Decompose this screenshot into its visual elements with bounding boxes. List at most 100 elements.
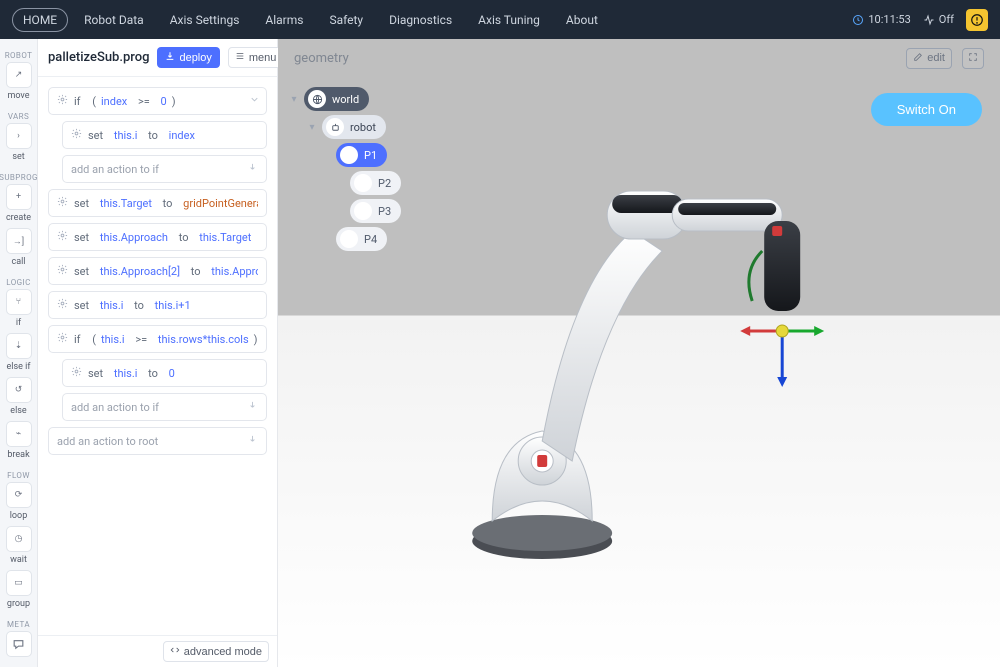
chevron-down-icon[interactable]: ▾ <box>288 94 300 105</box>
tool-sidebar: ROBOT ↗ move VARS › set SUBPROG + create… <box>0 39 38 667</box>
tool-set[interactable]: › set <box>5 123 33 162</box>
tool-elseif[interactable]: ⇣ else if <box>5 333 33 372</box>
tok-approach-idx: this.Approach[2] <box>100 265 180 278</box>
block-if-index[interactable]: if ( index >= 0 ) <box>48 87 267 115</box>
tool-group-label: group <box>7 599 30 609</box>
add-action-if-1[interactable]: add an action to if <box>62 155 267 183</box>
nav-alarms[interactable]: Alarms <box>255 9 313 31</box>
tool-else-label: else <box>10 406 26 416</box>
tool-move[interactable]: ↗ move <box>5 62 33 101</box>
tool-if[interactable]: ⑂ if <box>5 289 33 328</box>
scene-panel: geometry edit Switch On ▾ <box>278 39 1000 667</box>
program-panel: palletizeSub.prog deploy menu <box>38 39 278 667</box>
clock-icon <box>852 14 864 26</box>
block-if-rows-cols[interactable]: if ( this.i >= this.rows*this.cols ) <box>48 325 267 353</box>
deploy-button[interactable]: deploy <box>157 47 219 68</box>
tree-p1-chip[interactable]: P1 <box>336 143 387 167</box>
tool-group[interactable]: ▭ group <box>5 570 33 609</box>
tree-row-p2[interactable]: P2 <box>350 171 401 195</box>
tree-row-p3[interactable]: P3 <box>350 199 401 223</box>
tok-approach-sum: this.Approach[2]+this.appro <box>211 265 258 278</box>
nav-axis-tuning[interactable]: Axis Tuning <box>468 9 550 31</box>
chevron-down-icon[interactable]: ▾ <box>306 122 318 133</box>
nav-safety[interactable]: Safety <box>319 9 373 31</box>
add-action-root[interactable]: add an action to root <box>48 427 267 455</box>
add-action-if-2[interactable]: add an action to if <box>62 393 267 421</box>
tok-thisi-plus1: this.i+1 <box>155 299 191 312</box>
tree-row-robot[interactable]: ▾ robot <box>306 115 401 139</box>
nav-axis-settings[interactable]: Axis Settings <box>160 9 250 31</box>
call-icon: →] <box>6 228 32 254</box>
block-set-thisi-inc[interactable]: set this.i to this.i+1 <box>48 291 267 319</box>
status-time-value: 10:11:53 <box>868 13 910 26</box>
block-set-target[interactable]: set this.Target to gridPointGenerate(thi… <box>48 189 267 217</box>
sb-section-meta: META <box>7 620 30 629</box>
nav-diagnostics[interactable]: Diagnostics <box>379 9 462 31</box>
block-set-approach2[interactable]: set this.Approach[2] to this.Approach[2]… <box>48 257 267 285</box>
set-keyword: set <box>74 197 89 210</box>
wait-icon: ◷ <box>6 526 32 552</box>
program-body: if ( index >= 0 ) set this.i to <box>38 77 277 635</box>
warning-badge[interactable] <box>966 9 988 31</box>
edit-button[interactable]: edit <box>906 48 952 69</box>
tool-wait-label: wait <box>10 555 27 565</box>
to-keyword: to <box>134 299 144 312</box>
tree-p4-chip[interactable]: P4 <box>336 227 387 251</box>
tool-wait[interactable]: ◷ wait <box>5 526 33 565</box>
tok-thisi2: this.i <box>100 299 124 312</box>
tok-thisi: this.i <box>114 129 138 142</box>
status-time: 10:11:53 <box>852 13 910 26</box>
block-set-thisi-zero[interactable]: set this.i to 0 <box>62 359 267 387</box>
to-keyword: to <box>148 367 158 380</box>
gear-icon <box>57 298 68 312</box>
folder-icon: ▭ <box>6 570 32 596</box>
nav-about[interactable]: About <box>556 9 608 31</box>
tool-comment[interactable] <box>5 631 33 657</box>
tree-robot-chip[interactable]: robot <box>322 115 386 139</box>
nav-home[interactable]: HOME <box>12 8 68 32</box>
edit-label: edit <box>927 52 945 64</box>
tree-row-world[interactable]: ▾ world <box>288 87 401 111</box>
advanced-mode-button[interactable]: advanced mode <box>163 641 269 662</box>
chevron-down-icon[interactable] <box>249 94 260 108</box>
nav-robot-data[interactable]: Robot Data <box>74 9 154 31</box>
to-keyword: to <box>179 231 189 244</box>
activity-icon <box>923 14 935 26</box>
insert-icon <box>247 434 258 448</box>
tree-world-chip[interactable]: world <box>304 87 369 111</box>
tok-target: this.Target <box>100 197 152 210</box>
tool-break[interactable]: ⌁ break <box>5 421 33 460</box>
menu-button[interactable]: menu <box>228 47 284 68</box>
insert-icon <box>247 400 258 414</box>
code-icon <box>170 645 180 658</box>
tool-create[interactable]: + create <box>5 184 33 223</box>
block-set-approach[interactable]: set this.Approach to this.Target <box>48 223 267 251</box>
fullscreen-button[interactable] <box>962 48 984 69</box>
tok-index2: index <box>169 129 195 142</box>
tree-row-p4[interactable]: P4 <box>336 227 401 251</box>
tok-approach: this.Approach <box>100 231 168 244</box>
point-icon <box>354 174 372 192</box>
elseif-icon: ⇣ <box>6 333 32 359</box>
tool-call[interactable]: →] call <box>5 228 33 267</box>
to-keyword: to <box>148 129 158 142</box>
point-icon <box>340 146 358 164</box>
tool-else[interactable]: ↺ else <box>5 377 33 416</box>
download-icon <box>165 51 175 64</box>
comment-icon <box>6 631 32 657</box>
top-nav-left: HOME Robot Data Axis Settings Alarms Saf… <box>12 8 608 32</box>
else-icon: ↺ <box>6 377 32 403</box>
to-keyword: to <box>163 197 173 210</box>
tree-p3-chip[interactable]: P3 <box>350 199 401 223</box>
tok-index: index <box>101 95 127 108</box>
gear-icon <box>57 332 68 346</box>
tree-row-p1[interactable]: P1 <box>336 143 401 167</box>
add-action-root-label: add an action to root <box>57 435 158 448</box>
tree-p2-chip[interactable]: P2 <box>350 171 401 195</box>
program-footer: advanced mode <box>38 635 277 667</box>
tok-target2: this.Target <box>199 231 251 244</box>
tool-loop[interactable]: ⟳ loop <box>5 482 33 521</box>
block-set-thisi[interactable]: set this.i to index <box>62 121 267 149</box>
switch-on-button[interactable]: Switch On <box>871 93 982 126</box>
status-power: Off <box>923 13 954 26</box>
